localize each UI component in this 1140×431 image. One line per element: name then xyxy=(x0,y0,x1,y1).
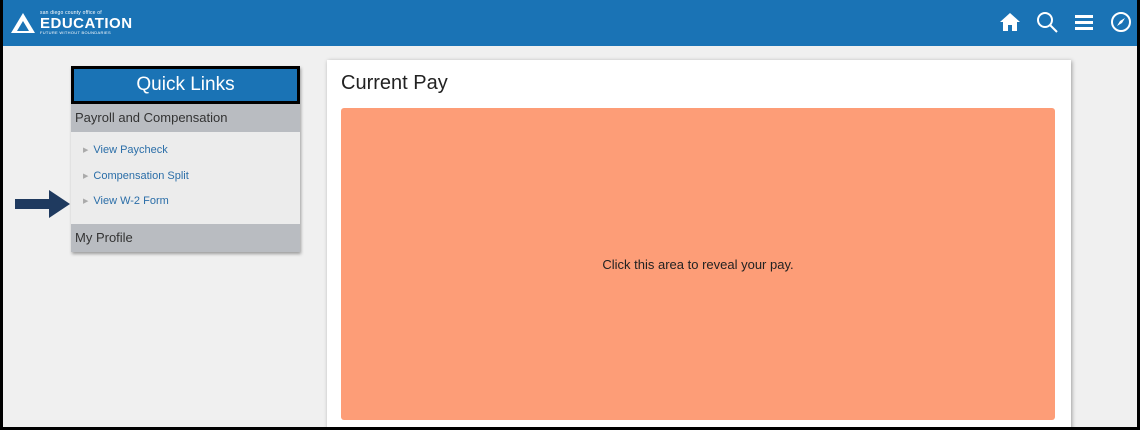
search-icon[interactable] xyxy=(1035,10,1059,34)
section-payroll-and-compensation[interactable]: Payroll and Compensation xyxy=(71,104,300,132)
link-view-w2-form[interactable]: ▶ View W-2 Form xyxy=(83,195,169,207)
sdcoe-logo[interactable]: san diego county office of EDUCATION FUT… xyxy=(11,8,133,38)
app-window: san diego county office of EDUCATION FUT… xyxy=(0,0,1140,430)
menu-icon[interactable] xyxy=(1072,10,1096,34)
link-view-paycheck[interactable]: ▶ View Paycheck xyxy=(83,144,168,156)
section-my-profile[interactable]: My Profile xyxy=(71,224,300,252)
compass-icon[interactable] xyxy=(1109,10,1133,34)
link-label: View Paycheck xyxy=(93,144,168,156)
home-icon[interactable] xyxy=(998,10,1022,34)
bullet-triangle-icon: ▶ xyxy=(83,173,89,180)
quick-links-header[interactable]: Quick Links xyxy=(71,66,300,104)
reveal-pay-area[interactable]: Click this area to reveal your pay. xyxy=(341,108,1055,420)
top-navigation-bar: san diego county office of EDUCATION FUT… xyxy=(3,0,1137,46)
logo-triangle-icon xyxy=(11,13,35,33)
logo-name: EDUCATION xyxy=(40,15,133,32)
bullet-triangle-icon: ▶ xyxy=(83,198,89,205)
current-pay-card: Current Pay Click this area to reveal yo… xyxy=(327,60,1071,427)
link-label: Compensation Split xyxy=(93,170,189,182)
pointer-arrow-icon xyxy=(15,188,71,225)
quick-links-panel: Quick Links Payroll and Compensation ▶ Vi… xyxy=(71,66,300,252)
header-actions xyxy=(985,10,1133,34)
link-label: View W-2 Form xyxy=(93,195,169,207)
bullet-triangle-icon: ▶ xyxy=(83,147,89,154)
page-title: Current Pay xyxy=(341,72,448,94)
link-compensation-split[interactable]: ▶ Compensation Split xyxy=(83,170,189,182)
reveal-pay-text: Click this area to reveal your pay. xyxy=(602,256,794,272)
